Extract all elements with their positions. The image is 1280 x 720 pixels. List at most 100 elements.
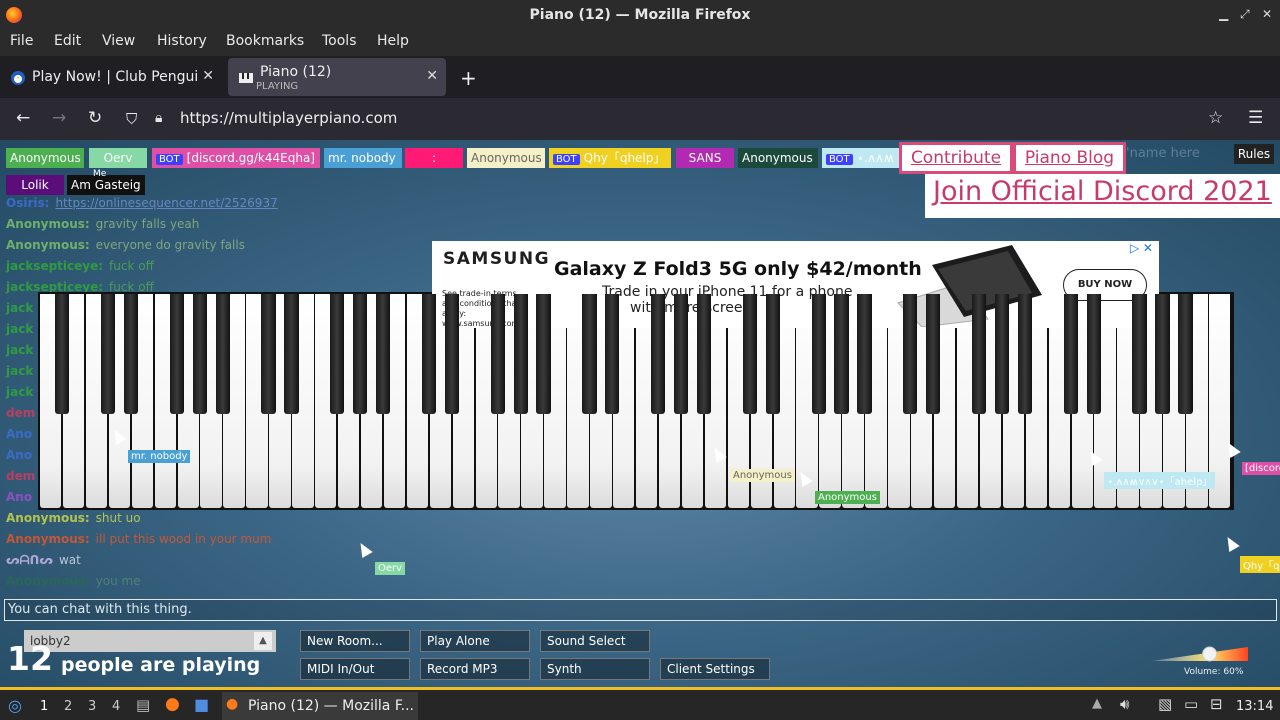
user-tag[interactable]: BOT ⋆.ʌ∧ʍ (822, 148, 902, 168)
piano-black-key[interactable] (605, 294, 620, 414)
workspace-4[interactable]: 4 (112, 699, 120, 714)
chat-text[interactable]: https://onlinesequencer.net/2526937 (55, 196, 277, 210)
taskbar-firefox-window[interactable]: ● Piano (12) — Mozilla F... (222, 692, 418, 720)
user-tag[interactable]: Anonymous (6, 148, 84, 168)
piano-black-key[interactable] (834, 294, 849, 414)
piano-black-key[interactable] (513, 294, 528, 414)
close-tab-icon[interactable]: ✕ (202, 68, 214, 84)
piano-black-key[interactable] (696, 294, 712, 414)
piano-black-key[interactable] (536, 294, 551, 414)
volume-icon[interactable]: 🔊︎ (1120, 695, 1129, 713)
lock-icon[interactable]: 🔒︎ (155, 110, 162, 126)
new-tab-icon[interactable]: + (460, 66, 477, 90)
piano-black-key[interactable] (169, 294, 184, 414)
volume-knob[interactable] (1202, 646, 1218, 662)
bookmark-star-icon[interactable]: ☆ (1208, 108, 1223, 128)
discord-promo-link[interactable]: Join Official Discord 2021 (933, 176, 1272, 207)
piano-black-key[interactable] (444, 294, 459, 414)
menu-history[interactable]: History (157, 33, 207, 49)
user-tag[interactable]: Lolik (6, 175, 64, 195)
close-window-icon[interactable]: ✕ (1262, 7, 1272, 21)
user-tag[interactable]: Anonymous (467, 148, 545, 168)
piano-blog-link[interactable]: Piano Blog (1013, 142, 1126, 174)
display-icon[interactable]: ▭ (1184, 695, 1198, 713)
piano-black-key[interactable] (55, 294, 70, 414)
chat-input[interactable]: You can chat with this thing. (4, 599, 1277, 621)
piano-black-key[interactable] (857, 294, 872, 414)
back-icon[interactable]: ← (16, 108, 30, 128)
workspace-3[interactable]: 3 (88, 699, 96, 714)
piano-black-key[interactable] (490, 294, 505, 414)
close-tab-icon[interactable]: ✕ (426, 68, 438, 84)
piano-black-key[interactable] (1178, 294, 1193, 414)
piano-black-key[interactable] (100, 294, 116, 414)
piano-black-key[interactable] (765, 294, 780, 414)
piano-black-key[interactable] (1132, 294, 1147, 414)
tab-club-penguin[interactable]: Play Now! | Club Penguin ✕ (0, 58, 222, 96)
rules-button[interactable]: Rules (1234, 144, 1274, 164)
start-menu-icon[interactable]: ◎ (8, 696, 22, 715)
user-tag[interactable]: BOT [discord.gg/k44Eqha] (152, 148, 320, 168)
piano-black-key[interactable] (1155, 294, 1170, 414)
minimize-icon[interactable]: ▁ (1219, 7, 1228, 21)
user-tag[interactable]: SANS (676, 148, 734, 168)
piano-black-key[interactable] (1086, 294, 1101, 414)
piano-black-key[interactable] (994, 294, 1010, 414)
user-tag-me[interactable]: Me Am Gasteig (67, 169, 145, 195)
room-select[interactable]: lobby2 ▲ (24, 630, 276, 652)
menu-edit[interactable]: Edit (54, 33, 81, 49)
piano-black-key[interactable] (673, 294, 689, 414)
midi-button[interactable]: MIDI In/Out (300, 658, 410, 680)
ad-choices-icon[interactable]: ▷ ✕ (1130, 241, 1153, 255)
menu-view[interactable]: View (102, 33, 135, 49)
user-tag[interactable]: mr. nobody (324, 148, 402, 168)
menu-tools[interactable]: Tools (322, 33, 357, 49)
piano-black-key[interactable] (284, 294, 299, 414)
play-alone-button[interactable]: Play Alone (420, 630, 530, 652)
synth-button[interactable]: Synth (540, 658, 650, 680)
piano-black-key[interactable] (123, 294, 139, 414)
hamburger-menu-icon[interactable]: ☰ (1248, 108, 1263, 128)
user-tag[interactable]: Anonymous (738, 148, 818, 168)
file-manager-icon[interactable]: ▤ (136, 696, 150, 714)
new-room-button[interactable]: New Room... (300, 630, 410, 652)
piano-black-key[interactable] (261, 294, 276, 414)
discord-promo-banner[interactable]: Join Official Discord 2021 (925, 174, 1280, 218)
menu-help[interactable]: Help (377, 33, 409, 49)
user-tag[interactable]: : (405, 148, 463, 168)
piano-black-key[interactable] (192, 294, 207, 414)
maximize-icon[interactable]: ⤢ (1240, 7, 1250, 22)
piano-black-key[interactable] (1017, 294, 1033, 414)
piano-black-key[interactable] (330, 294, 345, 414)
workspace-2[interactable]: 2 (64, 699, 72, 714)
name-input[interactable]: 'name here (1126, 146, 1200, 161)
shield-icon[interactable]: ⛉ (126, 110, 137, 128)
piano-black-key[interactable] (582, 294, 597, 414)
piano-black-key[interactable] (811, 294, 826, 414)
client-settings-button[interactable]: Client Settings (660, 658, 770, 680)
piano-black-key[interactable] (926, 294, 941, 414)
piano-black-key[interactable] (215, 294, 230, 414)
terminal-icon[interactable]: ■ (194, 695, 209, 714)
sound-select-button[interactable]: Sound Select (540, 630, 650, 652)
record-mp3-button[interactable]: Record MP3 (420, 658, 530, 680)
network-icon[interactable]: ⊟ (1210, 695, 1223, 713)
reload-icon[interactable]: ↻ (88, 108, 102, 128)
piano-black-key[interactable] (375, 294, 391, 414)
piano-black-key[interactable] (421, 294, 437, 414)
piano-black-key[interactable] (1063, 294, 1078, 414)
menu-bookmarks[interactable]: Bookmarks (226, 33, 304, 49)
piano-black-key[interactable] (651, 294, 666, 414)
workspace-1[interactable]: 1 (40, 699, 48, 714)
user-tag[interactable]: BOT Qhy「qhelp」 (549, 148, 671, 168)
url-bar[interactable]: https://multiplayerpiano.com (180, 109, 397, 127)
firefox-launcher-icon[interactable]: ● (165, 694, 180, 714)
forward-icon[interactable]: → (52, 108, 66, 128)
piano-black-key[interactable] (742, 294, 757, 414)
contribute-link[interactable]: Contribute (899, 142, 1013, 174)
tab-piano[interactable]: Piano (12) PLAYING ✕ (228, 58, 446, 96)
piano-black-key[interactable] (971, 294, 987, 414)
volume-slider[interactable] (1150, 645, 1250, 665)
clipboard-icon[interactable]: ▧ (1158, 695, 1172, 713)
tray-up-icon[interactable]: ▲ (1092, 696, 1102, 711)
